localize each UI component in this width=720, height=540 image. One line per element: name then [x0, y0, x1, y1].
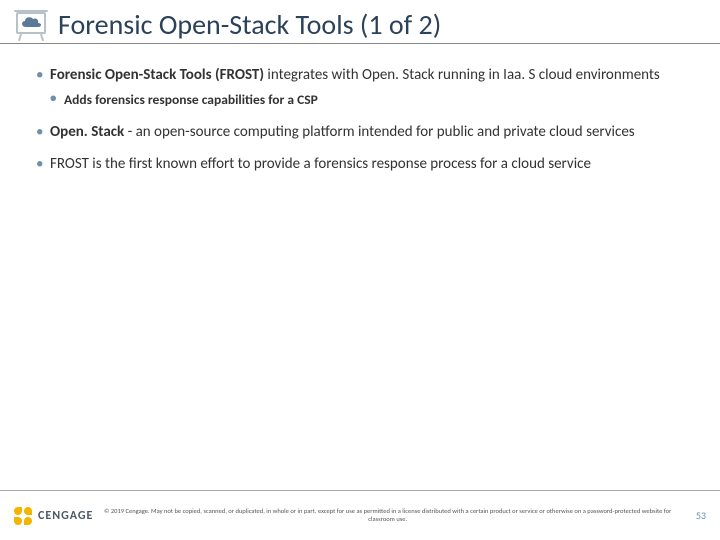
bullet-rest: integrates with Open. Stack running in I…: [264, 66, 660, 84]
bullet-lead: FROST is the first known effort to provi…: [50, 155, 591, 173]
bullet-item: Open. Stack - an open-source computing p…: [36, 123, 684, 142]
slide: Forensic Open-Stack Tools (1 of 2) Foren…: [0, 0, 720, 540]
brand: CENGAGE: [14, 507, 93, 525]
brand-name: CENGAGE: [38, 509, 93, 523]
cloud-icon: [19, 15, 43, 29]
bullet-rest: - an open-source computing platform inte…: [124, 123, 634, 141]
sub-bullet-item: Adds forensics response capabilities for…: [50, 91, 684, 109]
brand-logo-icon: [14, 507, 32, 525]
bullet-item: FROST is the first known effort to provi…: [36, 155, 684, 174]
sub-bullet-text: Adds forensics response capabilities for…: [64, 91, 318, 108]
copyright-text: © 2019 Cengage. May not be copied, scann…: [93, 508, 682, 523]
page-number: 53: [682, 509, 706, 522]
slide-header: Forensic Open-Stack Tools (1 of 2): [0, 0, 720, 44]
bullet-lead: Open. Stack: [50, 123, 124, 141]
slide-title: Forensic Open-Stack Tools (1 of 2): [58, 10, 441, 39]
bullet-lead: Forensic Open-Stack Tools (FROST): [50, 66, 264, 84]
slide-footer: CENGAGE © 2019 Cengage. May not be copie…: [0, 490, 720, 540]
slide-body: Forensic Open-Stack Tools (FROST) integr…: [0, 44, 720, 540]
bullet-item: Forensic Open-Stack Tools (FROST) integr…: [36, 66, 684, 108]
cloud-presentation-icon: [12, 11, 50, 39]
